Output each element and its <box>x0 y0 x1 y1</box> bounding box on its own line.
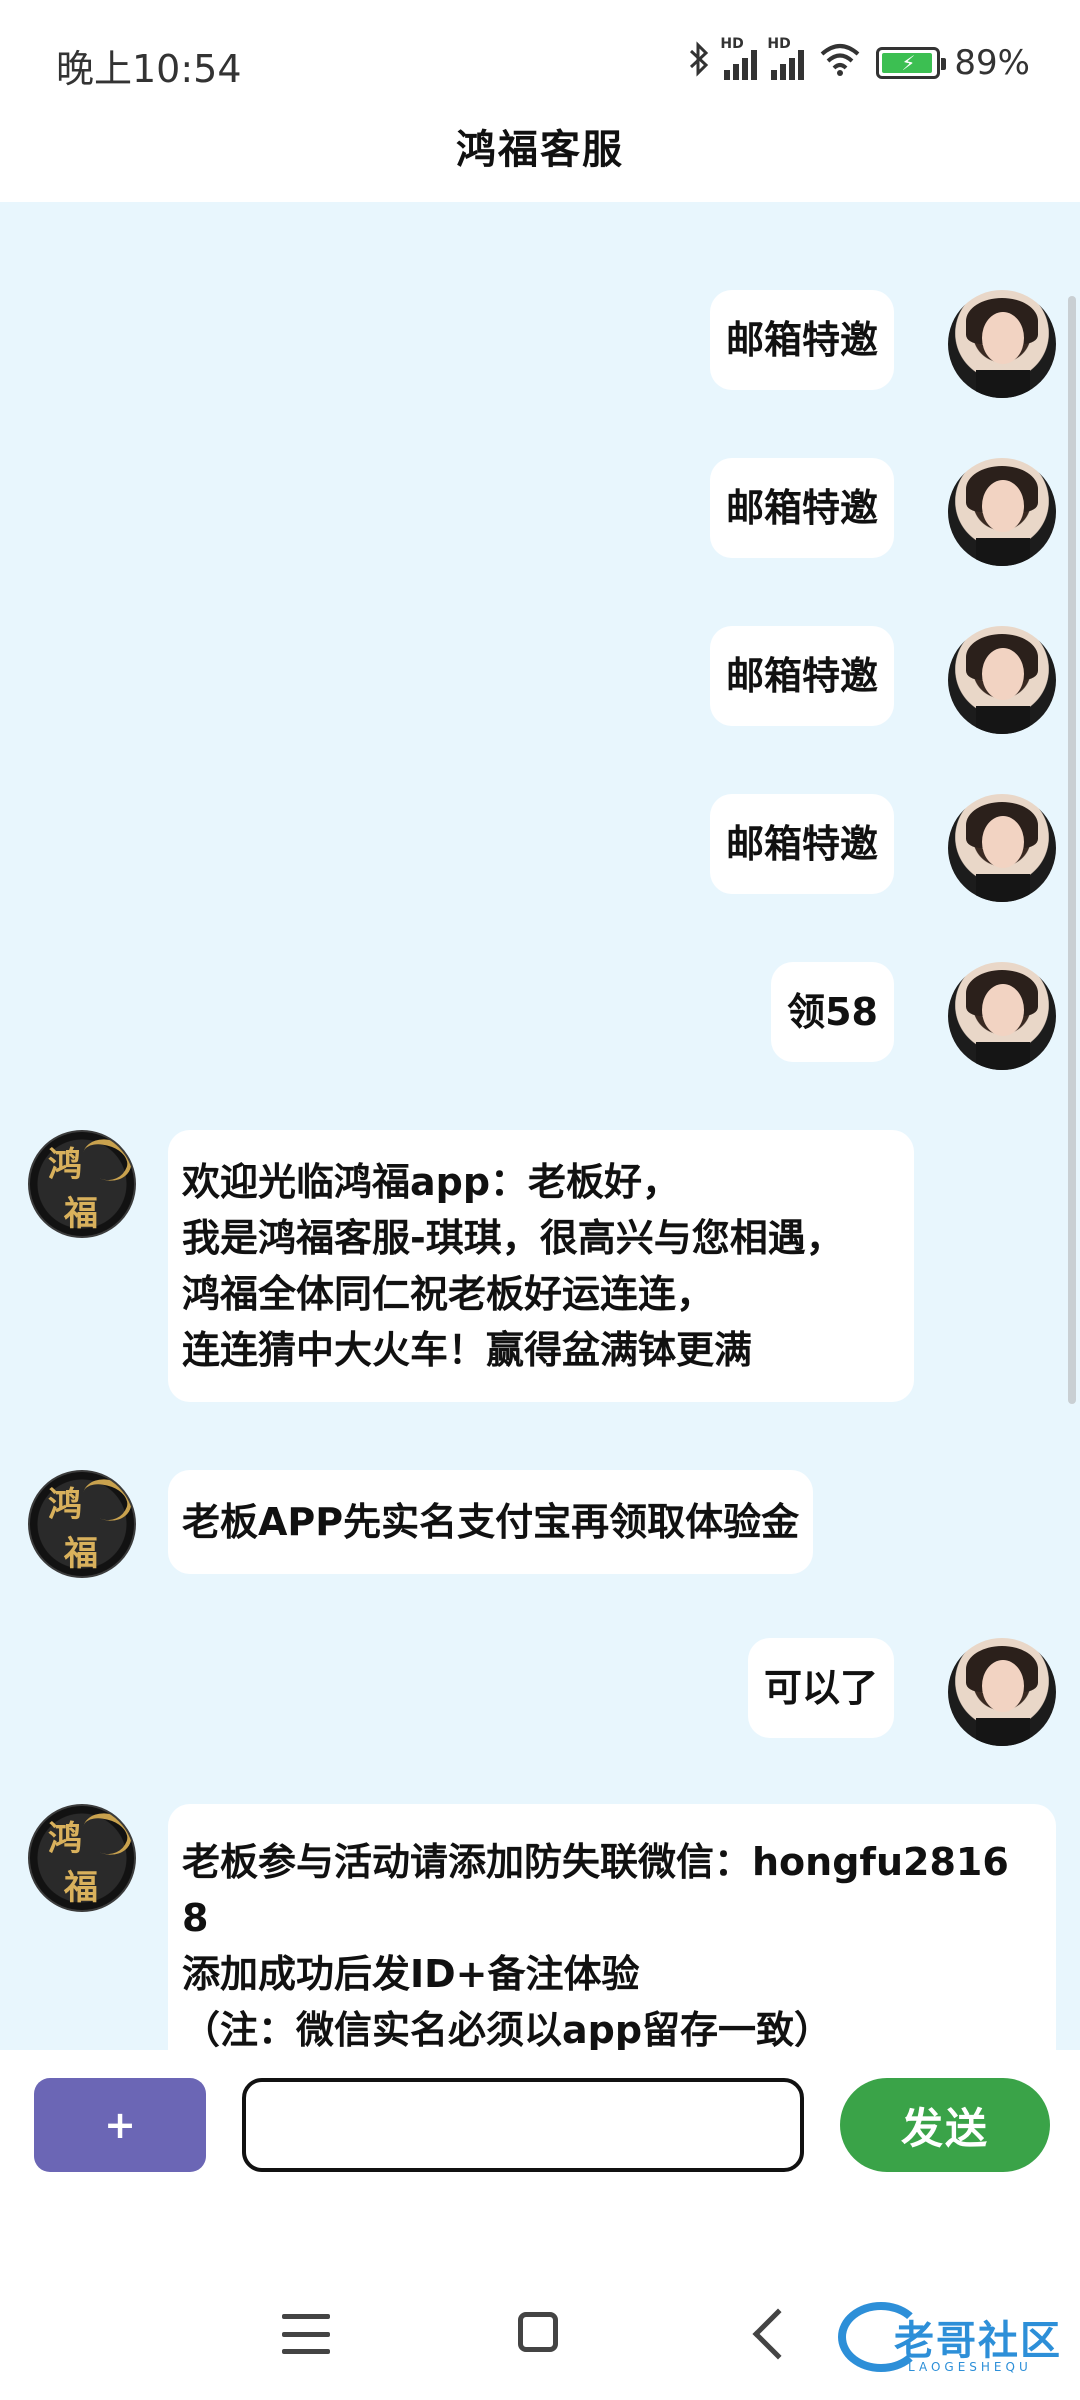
system-nav-bar: 老哥社区 LAOGESHEQU <box>0 2290 1080 2400</box>
scrollbar[interactable] <box>1068 296 1076 1404</box>
menu-icon[interactable] <box>282 2314 330 2354</box>
user-message-bubble[interactable]: 邮箱特邀 <box>709 290 894 390</box>
user-message-bubble[interactable]: 邮箱特邀 <box>709 458 894 558</box>
send-button[interactable]: 发送 <box>840 2078 1050 2172</box>
user-message-bubble[interactable]: 领58 <box>771 962 894 1062</box>
status-bar: 晚上10:54 HD HD ⚡ 89% <box>0 0 1080 120</box>
user-message-bubble[interactable]: 可以了 <box>747 1638 894 1738</box>
user-avatar[interactable] <box>948 626 1056 734</box>
service-avatar[interactable]: 鸿 福 <box>28 1130 136 1238</box>
user-avatar[interactable] <box>948 1638 1056 1746</box>
bluetooth-icon <box>688 40 710 86</box>
back-icon[interactable] <box>752 2308 804 2360</box>
add-attachment-button[interactable]: + <box>34 2078 206 2172</box>
battery-icon: ⚡ <box>876 47 947 79</box>
wifi-icon <box>818 42 862 85</box>
user-avatar[interactable] <box>948 290 1056 398</box>
service-avatar[interactable]: 鸿 福 <box>28 1804 136 1912</box>
page-title: 鸿福客服 <box>456 127 624 173</box>
signal-icon: HD <box>767 36 805 80</box>
service-message-bubble[interactable]: 老板APP先实名支付宝再领取体验金 <box>168 1470 814 1574</box>
watermark-logo: 老哥社区 LAOGESHEQU <box>838 2298 1064 2378</box>
chat-area[interactable]: 邮箱特邀 邮箱特邀 邮箱特邀 邮箱特邀 领58 鸿 福 欢迎光临鸿福app：老板… <box>0 202 1080 2050</box>
user-avatar[interactable] <box>948 794 1056 902</box>
service-message-bubble[interactable]: 老板参与活动请添加防失联微信：hongfu2816 8 添加成功后发ID+备注体… <box>168 1804 1056 2050</box>
user-message-bubble[interactable]: 邮箱特邀 <box>709 794 894 894</box>
message-input[interactable] <box>242 2078 804 2172</box>
service-message-bubble[interactable]: 欢迎光临鸿福app：老板好， 我是鸿福客服-琪琪，很高兴与您相遇， 鸿福全体同仁… <box>168 1130 914 1402</box>
service-avatar[interactable]: 鸿 福 <box>28 1470 136 1578</box>
status-icons: HD HD ⚡ 89% <box>688 36 1030 88</box>
user-message-bubble[interactable]: 邮箱特邀 <box>709 626 894 726</box>
status-time: 晚上10:54 <box>56 47 242 91</box>
user-avatar[interactable] <box>948 458 1056 566</box>
battery-percent: 89% <box>954 43 1030 83</box>
app-header: 鸿福客服 <box>0 120 1080 202</box>
home-icon[interactable] <box>518 2312 558 2352</box>
user-avatar[interactable] <box>948 962 1056 1070</box>
signal-icon: HD <box>720 36 758 80</box>
